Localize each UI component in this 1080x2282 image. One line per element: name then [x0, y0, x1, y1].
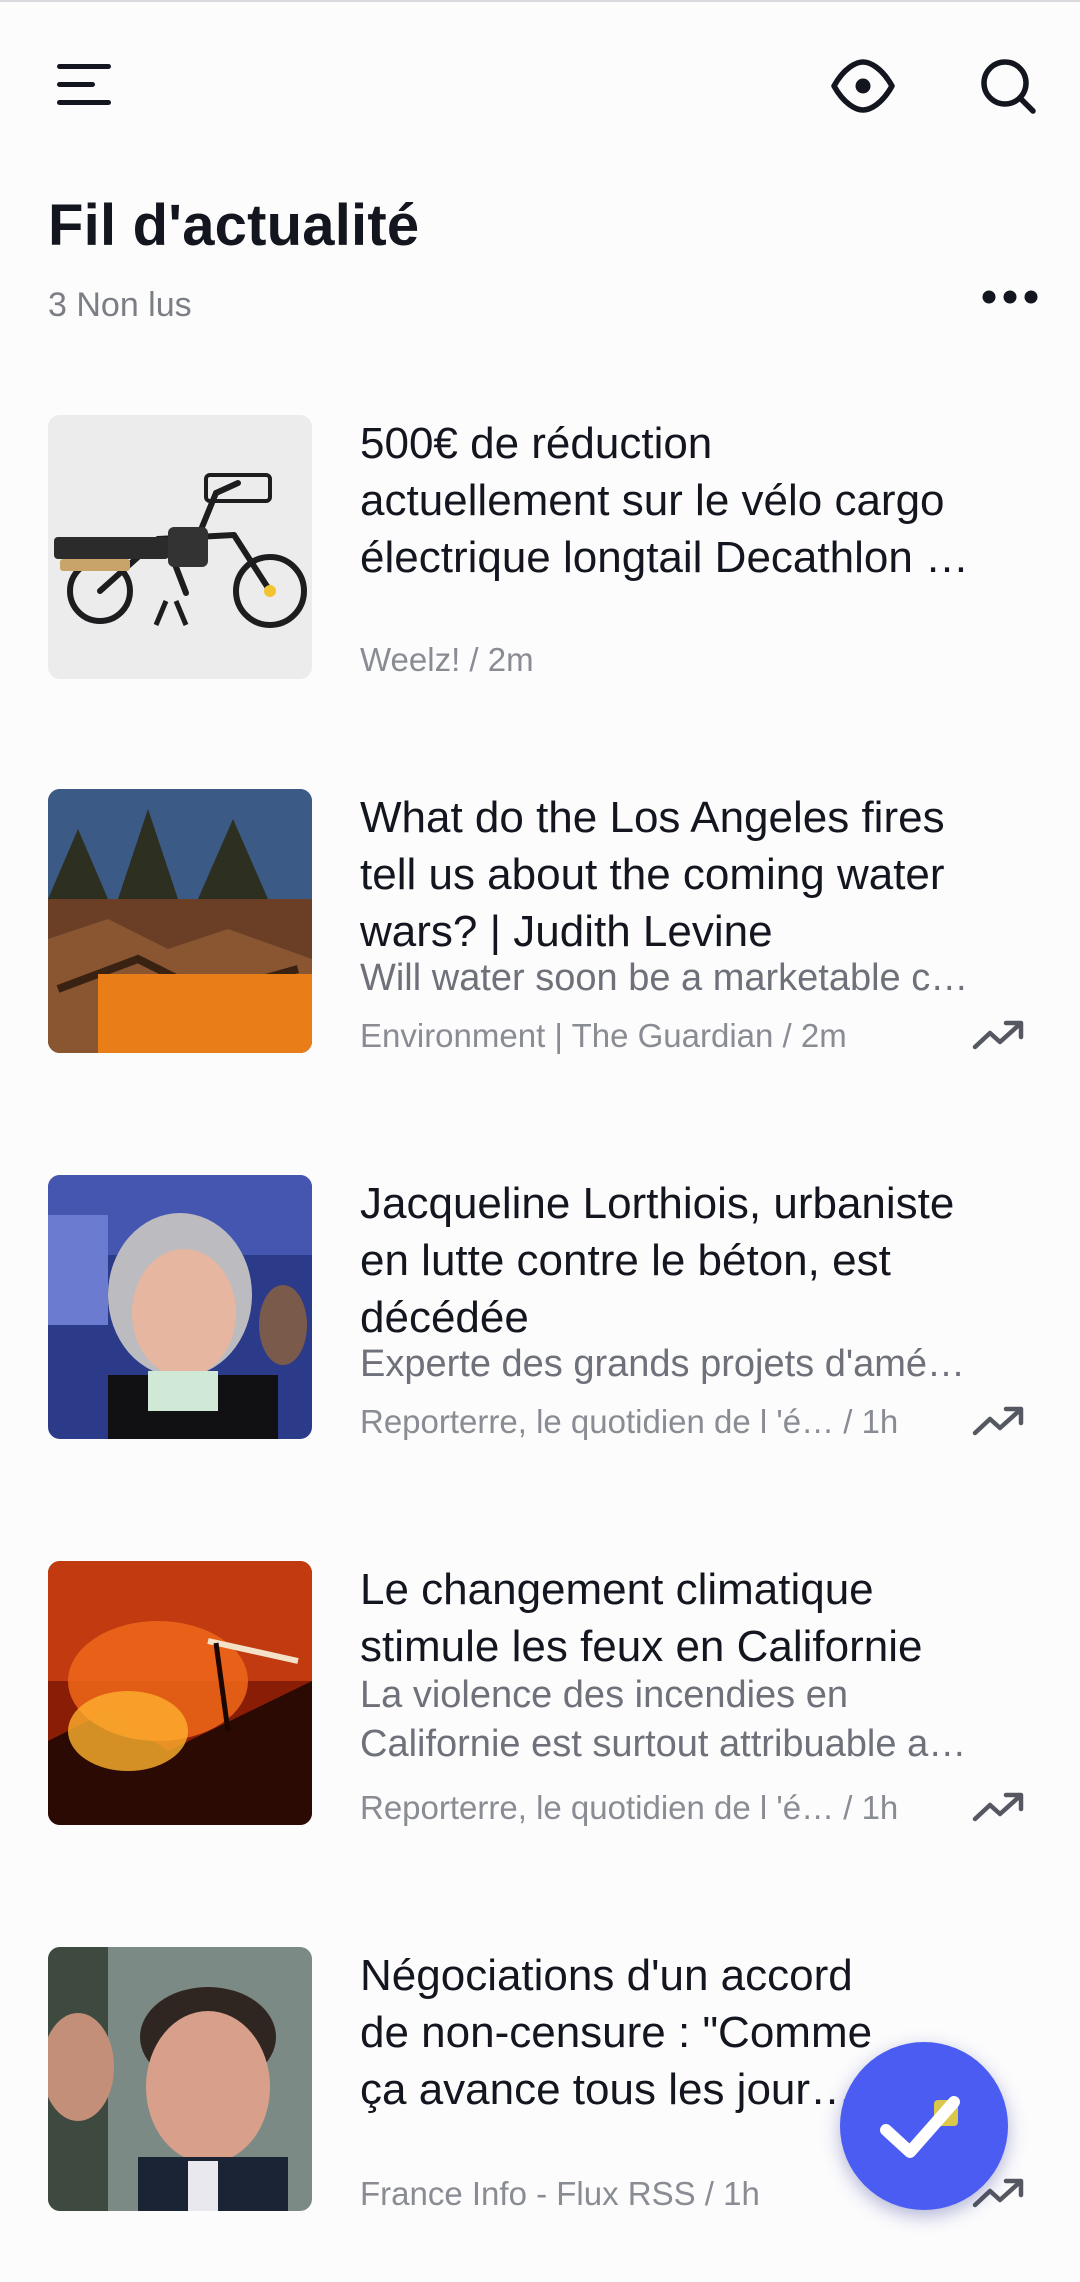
article-source: Environment | The Guardian / 2m: [360, 1017, 847, 1054]
article-summary: Experte des grands projets d'amé…: [360, 1343, 966, 1385]
article-thumbnail: [48, 1947, 312, 2211]
article-summary: La violence des incendies en Californie …: [360, 1674, 967, 1765]
feed-item[interactable]: Le changement climatique stimule les feu…: [0, 1561, 1080, 1831]
unread-count: 3 Non lus: [48, 286, 192, 324]
article-thumbnail: [48, 1175, 312, 1439]
mark-all-read-button[interactable]: [840, 2042, 1008, 2210]
article-summary: Will water soon be a marketable c…: [360, 957, 969, 999]
feed-item[interactable]: What do the Los Angeles fires tell us ab…: [0, 789, 1080, 1059]
trending-icon: [972, 1792, 1024, 1822]
status-divider: [0, 0, 1080, 2]
more-icon[interactable]: [982, 286, 1038, 308]
feed-item[interactable]: Jacqueline Lorthiois, urbaniste en lutte…: [0, 1175, 1080, 1445]
article-title: Jacqueline Lorthiois, urbaniste en lutte…: [360, 1179, 955, 1342]
article-thumbnail: [48, 789, 312, 1053]
article-source: Reporterre, le quotidien de l 'é… / 1h: [360, 1403, 899, 1440]
article-thumbnail: [48, 1561, 312, 1825]
trending-icon: [972, 1020, 1024, 1050]
trending-icon: [972, 1406, 1024, 1436]
eye-icon[interactable]: [830, 58, 896, 114]
article-title: Le changement climatique stimule les feu…: [360, 1565, 923, 1671]
check-icon: [880, 2096, 960, 2158]
article-source: France Info - Flux RSS / 1h: [360, 2175, 760, 2212]
article-source: Reporterre, le quotidien de l 'é… / 1h: [360, 1789, 899, 1826]
article-thumbnail: [48, 415, 312, 679]
article-title: What do the Los Angeles fires tell us ab…: [360, 793, 945, 956]
article-title: 500€ de réduction actuellement sur le vé…: [360, 419, 970, 582]
page-title: Fil d'actualité: [48, 193, 420, 258]
menu-icon[interactable]: [55, 58, 113, 112]
search-icon[interactable]: [978, 56, 1038, 116]
feed-item[interactable]: 500€ de réduction actuellement sur le vé…: [0, 415, 1080, 685]
article-source: Weelz! / 2m: [360, 641, 534, 678]
